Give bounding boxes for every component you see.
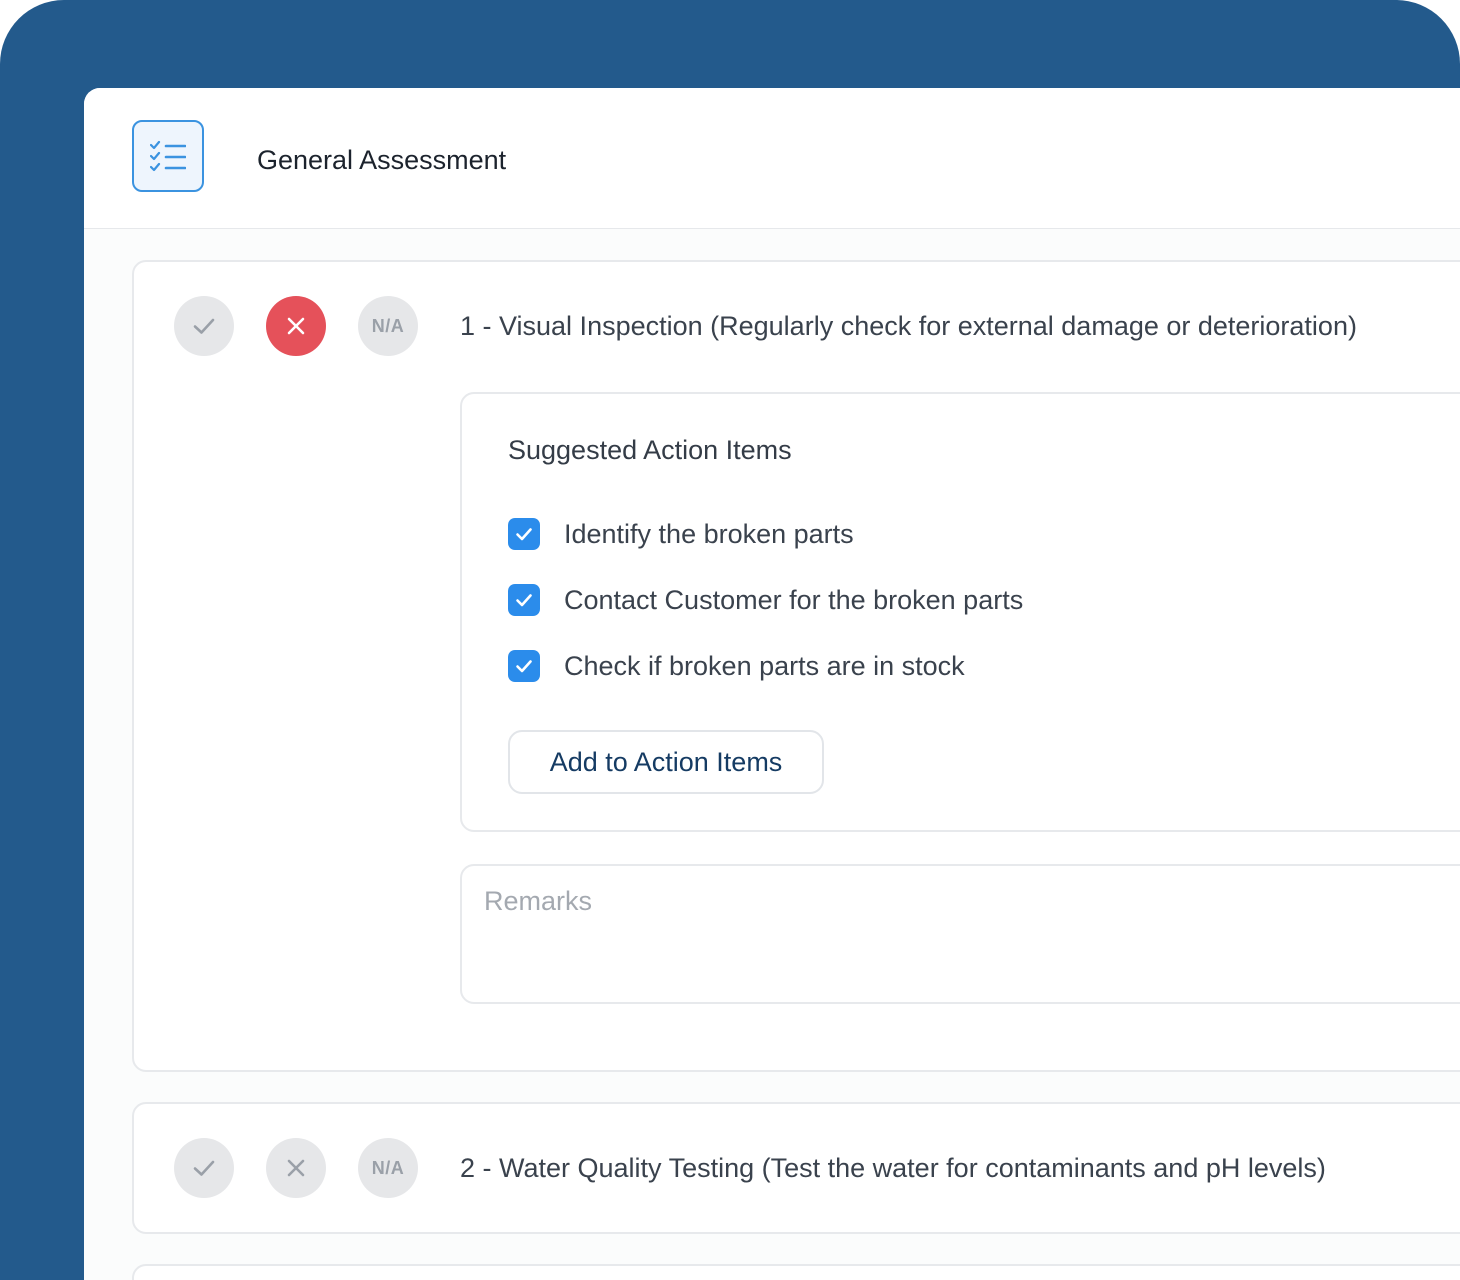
na-button[interactable]: N/A	[358, 296, 418, 356]
suggested-action-items: Suggested Action Items Identify the brok…	[460, 392, 1460, 832]
checkmark-icon	[516, 528, 532, 541]
action-item-label: Check if broken parts are in stock	[564, 650, 965, 681]
action-checkbox[interactable]	[508, 518, 540, 550]
assessment-panel: General Assessment N/A 1 - Visual Inspec…	[84, 88, 1460, 1280]
remarks-input[interactable]	[460, 864, 1460, 1004]
action-checkbox[interactable]	[508, 584, 540, 616]
pass-button[interactable]	[174, 1138, 234, 1198]
checklist-item-card	[132, 1264, 1460, 1280]
fail-button[interactable]	[266, 296, 326, 356]
action-item[interactable]: Contact Customer for the broken parts	[508, 583, 1023, 617]
check-icon	[193, 318, 215, 334]
pass-button[interactable]	[174, 296, 234, 356]
action-checkbox[interactable]	[508, 650, 540, 682]
action-item[interactable]: Identify the broken parts	[508, 517, 854, 551]
checkmark-icon	[516, 660, 532, 673]
na-button[interactable]: N/A	[358, 1138, 418, 1198]
question-text: 2 - Water Quality Testing (Test the wate…	[460, 1153, 1326, 1183]
action-item-label: Contact Customer for the broken parts	[564, 584, 1024, 615]
checklist-item-card: N/A 1 - Visual Inspection (Regularly che…	[132, 260, 1460, 1072]
checklist-icon	[132, 120, 204, 192]
fail-button[interactable]	[266, 1138, 326, 1198]
na-label: N/A	[371, 315, 405, 336]
page-title: General Assessment	[257, 145, 507, 175]
checklist-item-card: N/A 2 - Water Quality Testing (Test the …	[132, 1102, 1460, 1234]
action-item-label: Identify the broken parts	[564, 518, 854, 549]
add-to-action-items-button[interactable]: Add to Action Items	[508, 730, 824, 794]
check-icon	[193, 1160, 215, 1176]
checkmark-icon	[516, 594, 532, 607]
close-icon	[287, 317, 305, 335]
action-item[interactable]: Check if broken parts are in stock	[508, 649, 965, 683]
na-label: N/A	[371, 1157, 405, 1178]
app-frame: General Assessment N/A 1 - Visual Inspec…	[0, 0, 1460, 1280]
close-icon	[287, 1159, 305, 1177]
question-text: 1 - Visual Inspection (Regularly check f…	[460, 311, 1357, 341]
section-header: General Assessment	[84, 88, 1460, 229]
suggested-title: Suggested Action Items	[508, 435, 792, 465]
